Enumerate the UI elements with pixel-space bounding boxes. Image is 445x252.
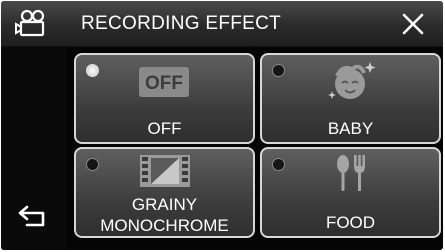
page-title: RECORDING EFFECT [81,13,282,34]
video-camera-icon [15,9,45,37]
title-bar: RECORDING EFFECT [1,1,443,47]
effect-baby-button[interactable]: BABY [260,53,441,144]
selection-indicator [86,158,99,171]
sidebar [1,47,67,250]
effect-grainy-monochrome-button[interactable]: GRAINY MONOCHROME [74,147,255,238]
effect-food-button[interactable]: FOOD [260,147,441,238]
effect-label: FOOD [325,213,376,232]
effect-off-button[interactable]: OFF OFF [74,53,255,144]
baby-face-icon [328,62,376,99]
film-strip-icon [140,155,190,187]
spoon-fork-icon [337,155,365,191]
close-icon[interactable] [399,10,427,38]
selection-indicator [86,64,99,77]
effect-label-line2: MONOCHROME [100,216,229,235]
effect-label: BABY [327,119,374,138]
selection-indicator [272,64,285,77]
back-arrow-icon[interactable] [15,201,51,229]
selection-indicator [272,158,285,171]
effect-label-line1: GRAINY [131,195,198,214]
svg-text:OFF: OFF [145,73,183,94]
off-icon: OFF [139,67,189,97]
effect-label: OFF [147,119,182,138]
recording-effect-screen: RECORDING EFFECT OFF OFF BABY GRAINY MON… [1,1,443,250]
